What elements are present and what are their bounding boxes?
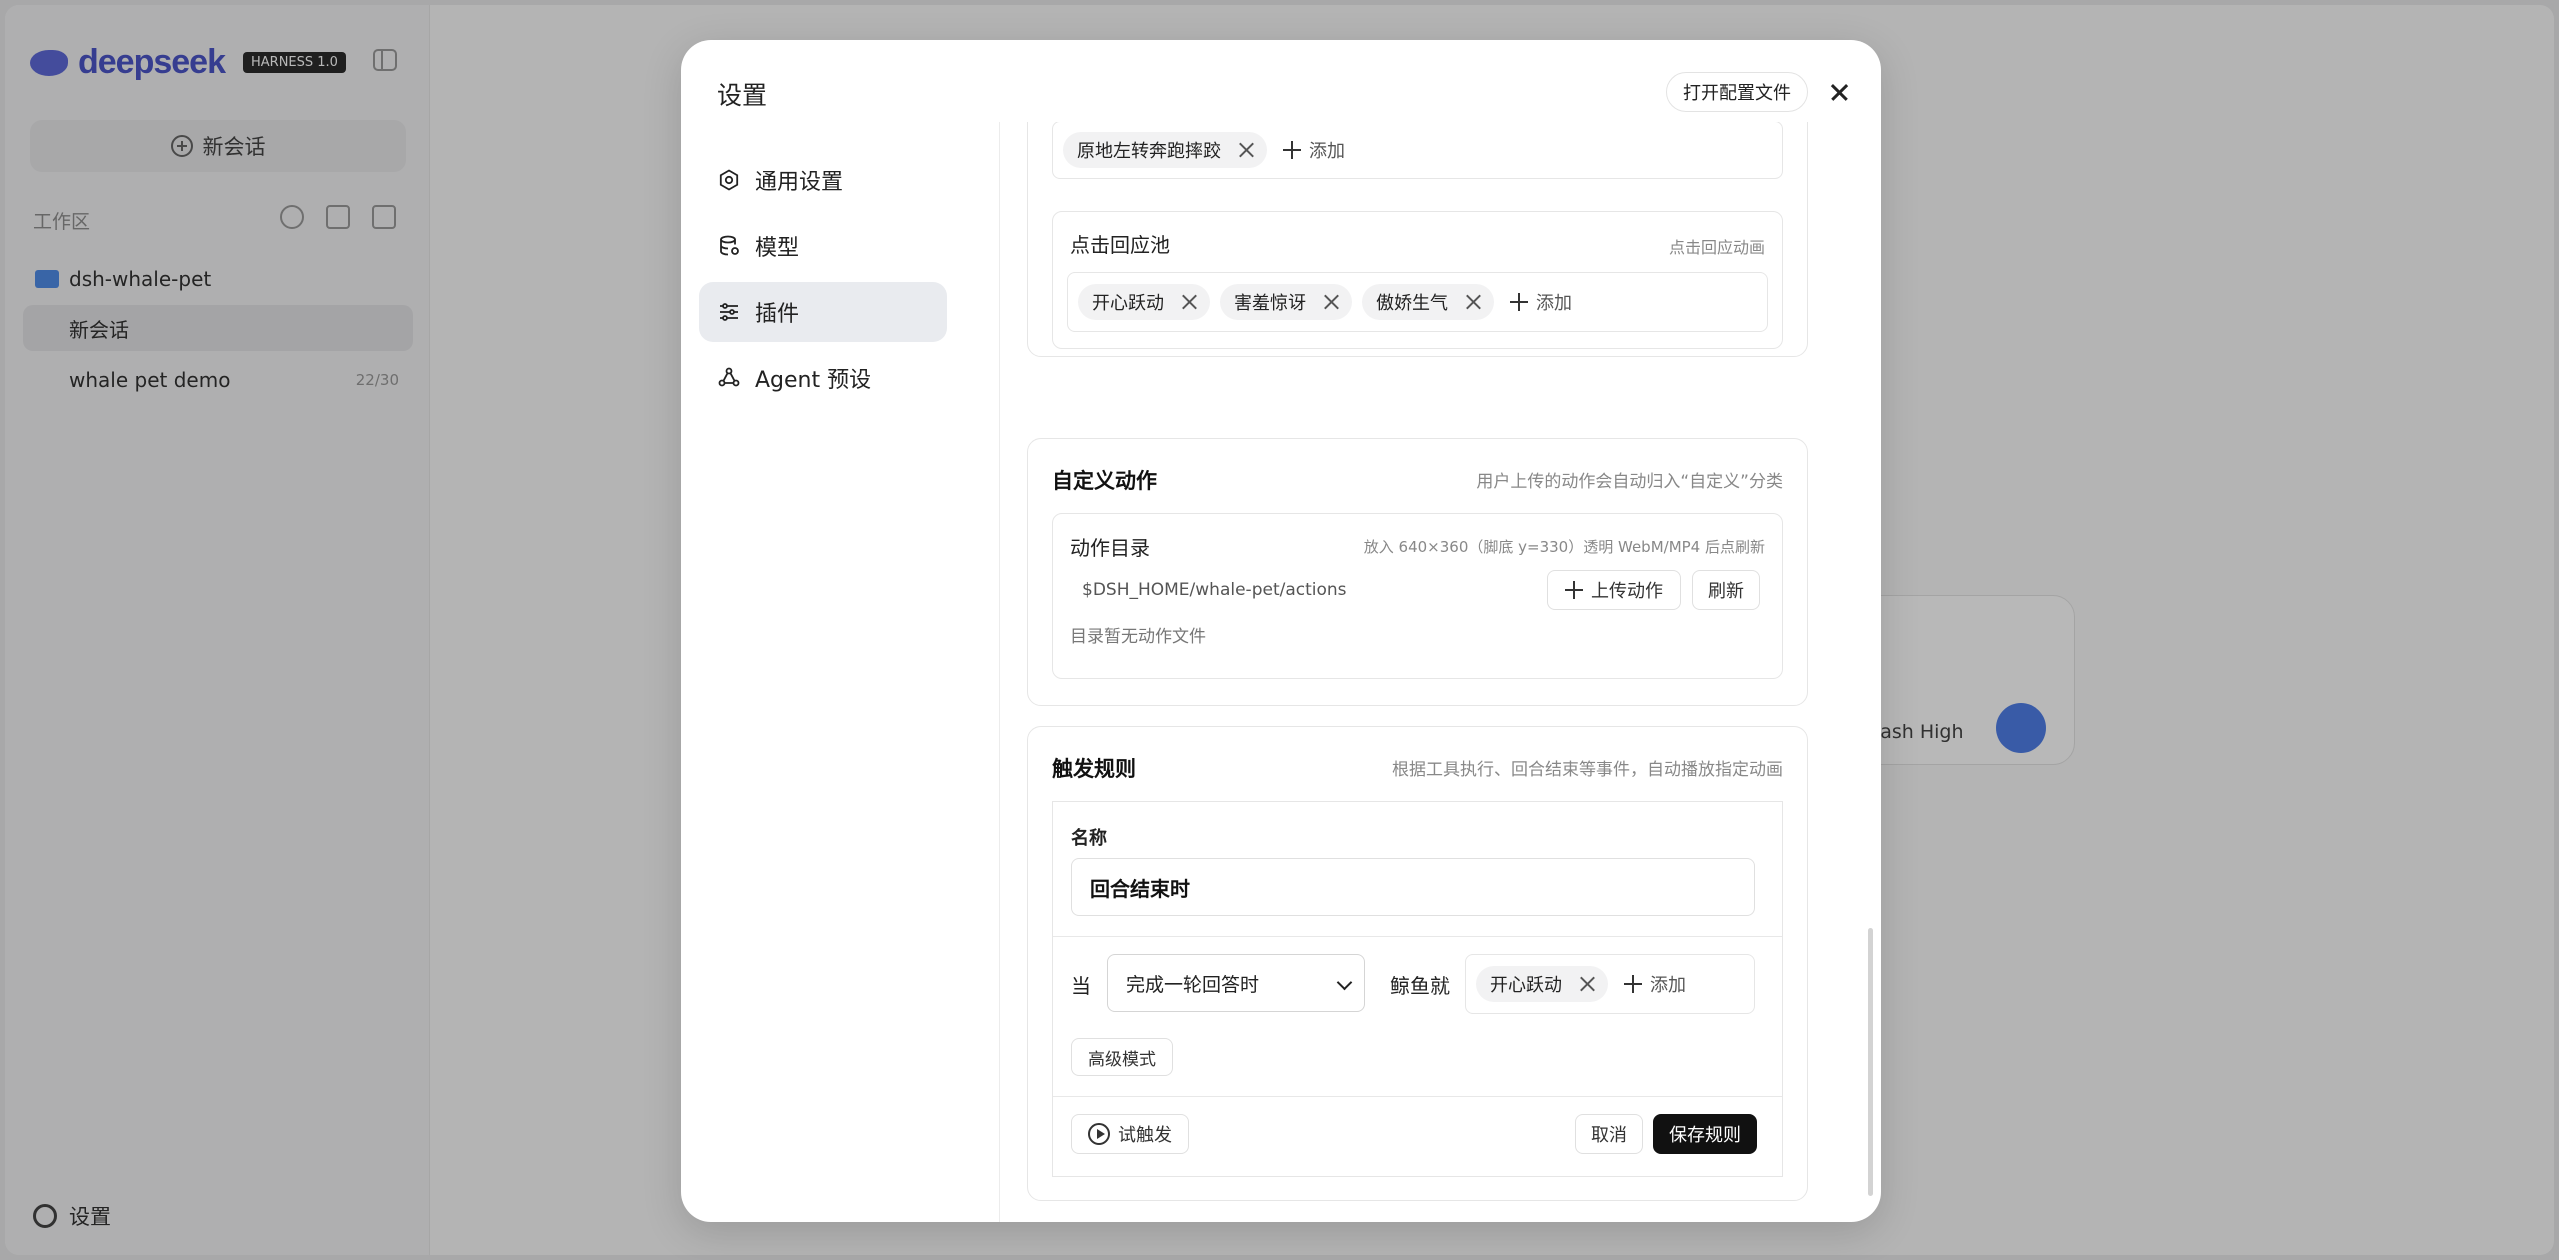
when-label: 当 [1071, 974, 1091, 998]
directory-path: $DSH_HOME/whale-pet/actions [1082, 580, 1347, 600]
click-pool: 点击回应池 点击回应动画 开心跃动 害羞惊讶 傲娇生气 添加 [1052, 211, 1783, 349]
remove-icon[interactable] [1464, 293, 1482, 311]
remove-icon[interactable] [1237, 141, 1255, 159]
nav-label: 通用设置 [755, 170, 844, 195]
play-icon [1088, 1123, 1110, 1145]
plus-icon [1624, 975, 1642, 993]
add-label: 添加 [1536, 293, 1572, 314]
rule-name-input[interactable]: 回合结束时 [1071, 858, 1755, 916]
modal-title: 设置 [717, 81, 768, 110]
animation-pools-card: 原地左转奔跑摔跤 添加 点击回应池 点击回应动画 开心跃动 害羞惊讶 傲娇生气 … [1027, 122, 1808, 357]
trigger-event-value: 完成一轮回答时 [1126, 973, 1260, 996]
directory-label: 动作目录 [1070, 536, 1150, 560]
open-config-button[interactable]: 打开配置文件 [1666, 72, 1808, 112]
trigger-rule-editor: 名称 回合结束时 当 完成一轮回答时 鲸鱼就 开心跃动 添加 高级模式 试触发 … [1052, 801, 1783, 1177]
action-chip: 开心跃动 [1078, 284, 1210, 320]
close-icon[interactable] [1821, 74, 1857, 110]
trigger-rules-card: 触发规则 根据工具执行、回合结束等事件，自动播放指定动画 名称 回合结束时 当 … [1027, 726, 1808, 1201]
database-icon [717, 234, 741, 258]
action-directory: 动作目录 放入 640×360（脚底 y=330）透明 WebM/MP4 后点刷… [1052, 513, 1783, 679]
chip-label: 傲娇生气 [1376, 293, 1448, 314]
add-chip-button[interactable]: 添加 [1618, 971, 1686, 997]
remove-icon[interactable] [1180, 293, 1198, 311]
click-pool-chips: 开心跃动 害羞惊讶 傲娇生气 添加 [1067, 272, 1768, 332]
sliders-icon [717, 300, 741, 324]
plugin-settings-panel: 原地左转奔跑摔跤 添加 点击回应池 点击回应动画 开心跃动 害羞惊讶 傲娇生气 … [999, 122, 1851, 1222]
top-pool-chips: 原地左转奔跑摔跤 添加 [1052, 122, 1783, 179]
custom-actions-title: 自定义动作 [1052, 469, 1157, 493]
settings-nav: 通用设置 模型 插件 Agent 预设 [699, 150, 947, 414]
trigger-event-select[interactable]: 完成一轮回答时 [1107, 954, 1365, 1012]
action-chip: 开心跃动 [1476, 966, 1608, 1002]
add-chip-button[interactable]: 添加 [1504, 289, 1572, 315]
add-label: 添加 [1650, 975, 1686, 996]
gear-icon [717, 168, 741, 192]
trigger-rules-desc: 根据工具执行、回合结束等事件，自动播放指定动画 [1392, 760, 1783, 780]
remove-icon[interactable] [1322, 293, 1340, 311]
chip-label: 原地左转奔跑摔跤 [1077, 141, 1221, 162]
trigger-action-chips: 开心跃动 添加 [1465, 954, 1755, 1014]
then-label: 鲸鱼就 [1390, 974, 1450, 998]
add-chip-button[interactable]: 添加 [1277, 137, 1345, 163]
agent-icon [717, 366, 741, 390]
remove-icon[interactable] [1578, 975, 1596, 993]
scrollbar[interactable] [1868, 928, 1873, 1196]
nav-label: 插件 [755, 302, 800, 327]
plus-icon [1565, 581, 1583, 599]
cancel-button[interactable]: 取消 [1575, 1114, 1643, 1154]
nav-label: 模型 [755, 236, 800, 261]
settings-modal: 设置 打开配置文件 通用设置 模型 插件 Agent 预设 原地左转奔跑摔跤 添… [681, 40, 1881, 1222]
upload-action-button[interactable]: 上传动作 [1547, 570, 1681, 610]
divider [1053, 936, 1782, 937]
advanced-mode-button[interactable]: 高级模式 [1071, 1038, 1173, 1076]
save-rule-button[interactable]: 保存规则 [1653, 1114, 1757, 1154]
rule-name-label: 名称 [1071, 828, 1107, 849]
test-label: 试触发 [1118, 1125, 1172, 1146]
action-chip: 害羞惊讶 [1220, 284, 1352, 320]
add-label: 添加 [1309, 141, 1345, 162]
nav-label: Agent 预设 [755, 368, 872, 393]
plus-icon [1283, 141, 1301, 159]
empty-directory-text: 目录暂无动作文件 [1070, 627, 1206, 647]
click-pool-label: 点击回应池 [1070, 233, 1170, 257]
click-pool-hint: 点击回应动画 [1668, 238, 1765, 257]
chip-label: 开心跃动 [1490, 975, 1562, 996]
nav-item-general[interactable]: 通用设置 [699, 150, 947, 210]
chevron-down-icon [1336, 974, 1353, 991]
nav-item-plugins[interactable]: 插件 [699, 282, 947, 342]
upload-label: 上传动作 [1591, 581, 1663, 602]
trigger-rules-title: 触发规则 [1052, 757, 1136, 781]
chip-label: 开心跃动 [1092, 293, 1164, 314]
test-trigger-button[interactable]: 试触发 [1071, 1114, 1189, 1154]
action-chip: 傲娇生气 [1362, 284, 1494, 320]
plus-icon [1510, 293, 1528, 311]
nav-item-agent-presets[interactable]: Agent 预设 [699, 348, 947, 408]
directory-hint: 放入 640×360（脚底 y=330）透明 WebM/MP4 后点刷新 [1363, 538, 1765, 556]
divider [1053, 1096, 1782, 1097]
custom-actions-desc: 用户上传的动作会自动归入“自定义”分类 [1476, 472, 1783, 492]
custom-actions-card: 自定义动作 用户上传的动作会自动归入“自定义”分类 动作目录 放入 640×36… [1027, 438, 1808, 706]
refresh-button[interactable]: 刷新 [1692, 570, 1760, 610]
nav-item-model[interactable]: 模型 [699, 216, 947, 276]
action-chip: 原地左转奔跑摔跤 [1063, 132, 1267, 168]
chip-label: 害羞惊讶 [1234, 293, 1306, 314]
